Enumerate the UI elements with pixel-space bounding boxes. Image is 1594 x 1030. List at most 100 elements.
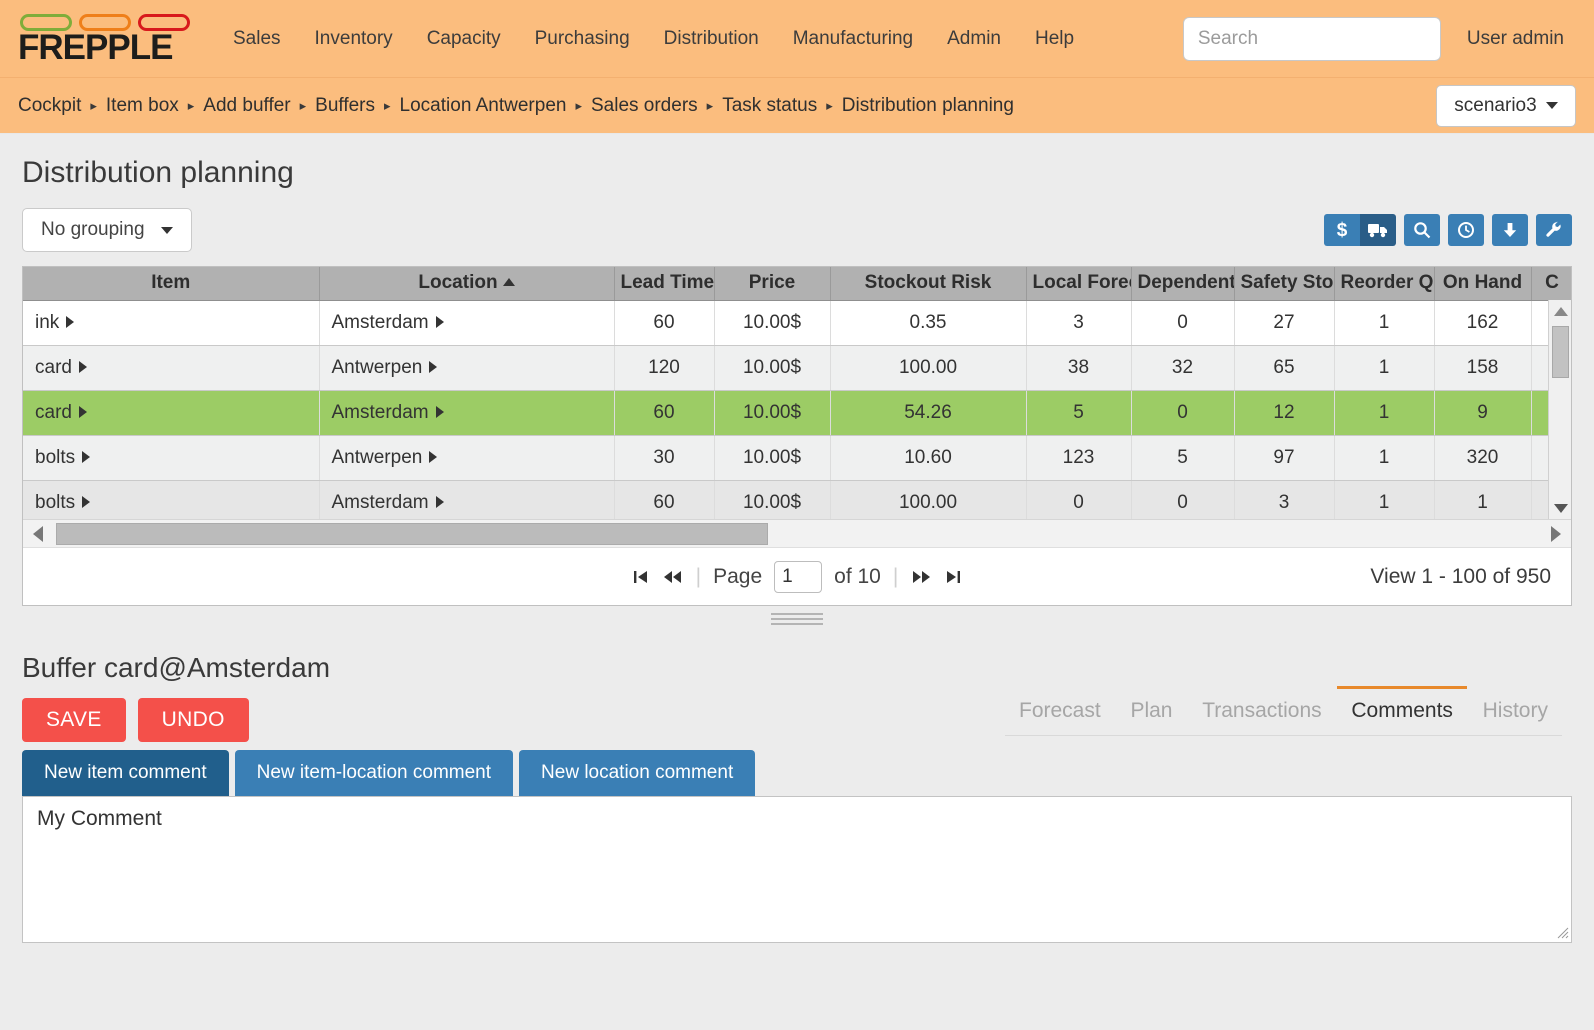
scroll-right-icon[interactable] <box>1545 520 1567 548</box>
column-header-stockout-risk[interactable]: Stockout Risk <box>830 267 1026 300</box>
cell-item[interactable]: bolts <box>23 480 319 519</box>
cell-item[interactable]: ink <box>23 300 319 345</box>
expand-arrow-icon[interactable] <box>66 316 74 328</box>
first-page-icon[interactable] <box>632 568 650 586</box>
cell-location[interactable]: Amsterdam <box>319 480 614 519</box>
user-menu[interactable]: User admin <box>1467 28 1576 50</box>
column-header-lead-time[interactable]: Lead Time <box>614 267 714 300</box>
breadcrumb-item-sales-orders[interactable]: Sales orders <box>591 95 698 117</box>
column-header-dependent-demand[interactable]: Dependent Demand <box>1131 267 1234 300</box>
cell-item[interactable]: card <box>23 390 319 435</box>
panel-resize-handle[interactable] <box>771 612 823 626</box>
column-header-on-hand[interactable]: On Hand <box>1434 267 1531 300</box>
comment-textarea[interactable] <box>22 796 1572 943</box>
cell-safety-stock: 27 <box>1234 300 1334 345</box>
tab-forecast[interactable]: Forecast <box>1005 689 1115 735</box>
cell-location[interactable]: Amsterdam <box>319 300 614 345</box>
nav-item-purchasing[interactable]: Purchasing <box>518 18 647 60</box>
nav-item-inventory[interactable]: Inventory <box>298 18 410 60</box>
clock-icon-button[interactable] <box>1448 214 1484 246</box>
nav-item-manufacturing[interactable]: Manufacturing <box>776 18 930 60</box>
tab-history[interactable]: History <box>1469 689 1562 735</box>
column-header-reorder-quantity[interactable]: Reorder Quantity <box>1334 267 1434 300</box>
expand-arrow-icon[interactable] <box>429 451 437 463</box>
cell-text: Antwerpen <box>332 447 423 468</box>
column-header-local-forecast[interactable]: Local Forecast <box>1026 267 1131 300</box>
undo-button[interactable]: UNDO <box>138 698 249 742</box>
frepple-logo[interactable]: FREPPLE <box>18 14 190 63</box>
breadcrumb-item-task-status[interactable]: Task status <box>722 95 817 117</box>
table-row[interactable]: bolts Amsterdam 60 10.00$ 100.00 0 0 3 1… <box>23 480 1571 519</box>
grid-horizontal-scrollbar[interactable] <box>23 519 1571 547</box>
currency-icon-button[interactable]: $ <box>1324 214 1360 246</box>
grouping-label: No grouping <box>41 219 145 241</box>
expand-arrow-icon[interactable] <box>436 496 444 508</box>
cell-location[interactable]: Amsterdam <box>319 390 614 435</box>
cell-text: card <box>35 402 72 423</box>
expand-arrow-icon[interactable] <box>436 406 444 418</box>
breadcrumb-item-distribution-planning[interactable]: Distribution planning <box>842 95 1014 117</box>
previous-page-icon[interactable] <box>662 568 684 586</box>
table-row[interactable]: card Antwerpen 120 10.00$ 100.00 38 32 6… <box>23 345 1571 390</box>
tab-transactions[interactable]: Transactions <box>1188 689 1335 735</box>
horizontal-scroll-thumb[interactable] <box>56 523 768 545</box>
expand-arrow-icon[interactable] <box>79 406 87 418</box>
breadcrumb-item-cockpit[interactable]: Cockpit <box>18 95 81 117</box>
search-input[interactable] <box>1183 17 1441 61</box>
nav-item-admin[interactable]: Admin <box>930 18 1018 60</box>
new-item-location-comment-button[interactable]: New item-location comment <box>235 750 513 796</box>
column-header-extra[interactable]: C <box>1531 267 1571 300</box>
cell-safety-stock: 97 <box>1234 435 1334 480</box>
tab-plan[interactable]: Plan <box>1116 689 1186 735</box>
vertical-scroll-thumb[interactable] <box>1552 326 1569 378</box>
save-button[interactable]: SAVE <box>22 698 126 742</box>
table-row-selected[interactable]: card Amsterdam 60 10.00$ 54.26 5 0 12 1 … <box>23 390 1571 435</box>
column-label: Reorder Quantity <box>1341 272 1435 293</box>
scenario-selector[interactable]: scenario3 <box>1436 85 1576 127</box>
truck-icon-button[interactable] <box>1360 214 1396 246</box>
new-location-comment-button[interactable]: New location comment <box>519 750 755 796</box>
page-number-input[interactable] <box>774 561 822 593</box>
expand-arrow-icon[interactable] <box>82 496 90 508</box>
cell-price: 10.00$ <box>714 390 830 435</box>
expand-arrow-icon[interactable] <box>436 316 444 328</box>
breadcrumb-item-add-buffer[interactable]: Add buffer <box>203 95 290 117</box>
column-header-price[interactable]: Price <box>714 267 830 300</box>
table-row[interactable]: bolts Antwerpen 30 10.00$ 10.60 123 5 97… <box>23 435 1571 480</box>
scroll-up-icon[interactable] <box>1549 300 1571 322</box>
nav-item-distribution[interactable]: Distribution <box>647 18 776 60</box>
breadcrumb-sep-icon: ▸ <box>384 99 391 112</box>
expand-arrow-icon[interactable] <box>82 451 90 463</box>
expand-arrow-icon[interactable] <box>429 361 437 373</box>
cell-price: 10.00$ <box>714 435 830 480</box>
tab-comments[interactable]: Comments <box>1337 686 1467 735</box>
expand-arrow-icon[interactable] <box>79 361 87 373</box>
cell-location[interactable]: Antwerpen <box>319 345 614 390</box>
breadcrumb-item-item-box[interactable]: Item box <box>106 95 179 117</box>
new-item-comment-button[interactable]: New item comment <box>22 750 229 796</box>
next-page-icon[interactable] <box>910 568 932 586</box>
breadcrumb-item-location-antwerpen[interactable]: Location Antwerpen <box>400 95 567 117</box>
grid-vertical-scrollbar[interactable] <box>1548 300 1571 519</box>
wrench-icon-button[interactable] <box>1536 214 1572 246</box>
scroll-down-icon[interactable] <box>1549 497 1571 519</box>
scroll-left-icon[interactable] <box>27 520 49 548</box>
grid-viewport: Item Location Lead Time Price Stockout R… <box>23 267 1571 519</box>
nav-item-sales[interactable]: Sales <box>216 18 298 60</box>
nav-item-help[interactable]: Help <box>1018 18 1091 60</box>
grouping-selector[interactable]: No grouping <box>22 208 192 252</box>
nav-item-capacity[interactable]: Capacity <box>410 18 518 60</box>
breadcrumb-sep-icon: ▸ <box>90 99 97 112</box>
cell-item[interactable]: card <box>23 345 319 390</box>
cell-item[interactable]: bolts <box>23 435 319 480</box>
column-header-item[interactable]: Item <box>23 267 319 300</box>
download-icon-button[interactable] <box>1492 214 1528 246</box>
last-page-icon[interactable] <box>944 568 962 586</box>
column-header-safety-stock[interactable]: Safety Stock <box>1234 267 1334 300</box>
search-icon-button[interactable] <box>1404 214 1440 246</box>
cell-location[interactable]: Antwerpen <box>319 435 614 480</box>
column-header-location[interactable]: Location <box>319 267 614 300</box>
table-row[interactable]: ink Amsterdam 60 10.00$ 0.35 3 0 27 1 16… <box>23 300 1571 345</box>
grid-table: Item Location Lead Time Price Stockout R… <box>23 267 1571 519</box>
breadcrumb-item-buffers[interactable]: Buffers <box>315 95 375 117</box>
